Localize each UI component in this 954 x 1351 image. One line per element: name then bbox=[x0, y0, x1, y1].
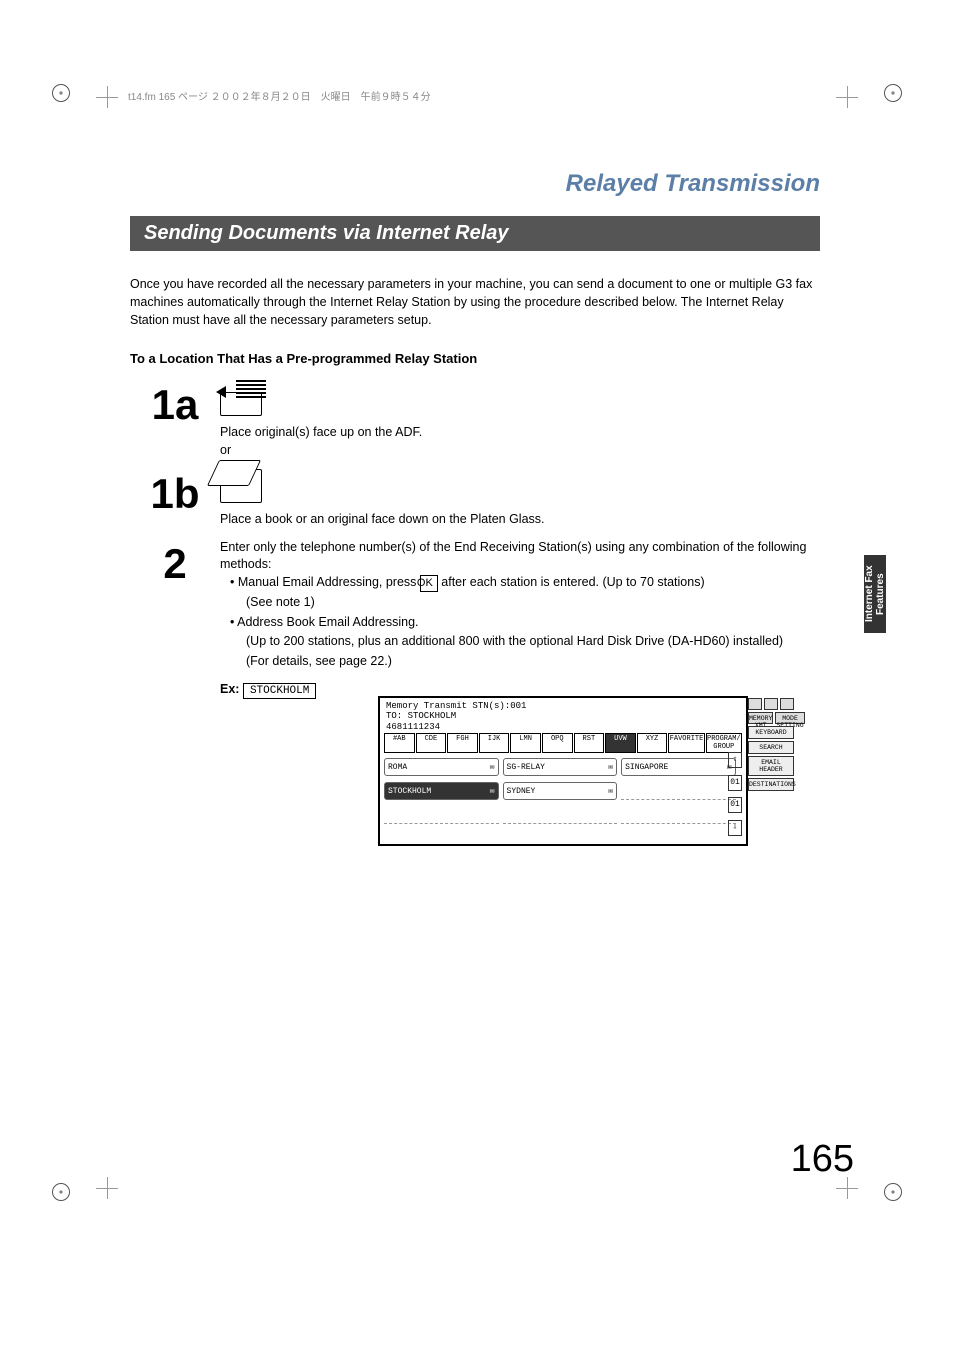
step1b-text: Place a book or an original face down on… bbox=[220, 511, 820, 529]
panel-line2: TO: STOCKHOLM bbox=[386, 711, 740, 721]
scroll-up-icon: ⇧ bbox=[728, 752, 742, 768]
top-icon-3 bbox=[780, 698, 794, 710]
example-label: Ex: bbox=[220, 682, 239, 696]
panel-tab: FGH bbox=[447, 733, 478, 753]
subsection-bar: Sending Documents via Internet Relay bbox=[130, 216, 820, 251]
panel-tab: FAVORITE bbox=[668, 733, 704, 753]
station-cell: SG-RELAY✉ bbox=[503, 758, 618, 776]
touch-panel-screenshot: Memory Transmit STN(s):001 TO: STOCKHOLM… bbox=[378, 696, 748, 846]
step-number-1a: 1a bbox=[130, 380, 220, 426]
ok-button-label: OK bbox=[420, 575, 438, 592]
adf-icon bbox=[220, 380, 266, 416]
panel-tab: #AB bbox=[384, 733, 415, 753]
panel-tab: IJK bbox=[479, 733, 510, 753]
mail-icon: ✉ bbox=[608, 762, 613, 772]
station-cell: SYDNEY✉ bbox=[503, 782, 618, 800]
step2-bullet-2: Address Book Email Addressing. bbox=[238, 614, 820, 632]
print-metadata: t14.fm 165 ページ ２００２年８月２０日 火曜日 午前９時５４分 bbox=[128, 88, 431, 103]
destinations-button: DESTINATIONS bbox=[748, 778, 794, 791]
panel-scroll: ⇧ 01 01 ⇩ bbox=[728, 752, 742, 836]
step2-bullet-2-ref: (For details, see page 22.) bbox=[246, 653, 820, 671]
platen-icon bbox=[220, 469, 262, 503]
panel-tab: RST bbox=[574, 733, 605, 753]
mail-icon: ✉ bbox=[490, 786, 495, 796]
step2-bullet-2-detail: (Up to 200 stations, plus an additional … bbox=[246, 633, 820, 651]
station-cell: SINGAPORE✉ bbox=[621, 758, 736, 776]
scroll-down-icon: ⇩ bbox=[728, 820, 742, 836]
station-cell bbox=[621, 782, 736, 800]
sub-heading: To a Location That Has a Pre-programmed … bbox=[130, 351, 820, 366]
station-cell bbox=[621, 806, 736, 824]
step2-note1: (See note 1) bbox=[246, 594, 820, 612]
station-cell: STOCKHOLM✉ bbox=[384, 782, 499, 800]
memory-xmt-button: MEMORY XMT bbox=[748, 712, 773, 724]
panel-tab: LMN bbox=[510, 733, 541, 753]
station-cell: ROMA✉ bbox=[384, 758, 499, 776]
station-cell bbox=[503, 806, 618, 824]
search-button: SEARCH bbox=[748, 741, 794, 754]
mode-setting-button: MODE SETTING bbox=[775, 712, 804, 724]
intro-paragraph: Once you have recorded all the necessary… bbox=[130, 275, 820, 329]
panel-line1: Memory Transmit STN(s):001 bbox=[386, 701, 740, 711]
page-indicator-2: 01 bbox=[728, 797, 742, 813]
panel-tab: PROGRAM/ GROUP bbox=[706, 733, 742, 753]
panel-tab: UVW bbox=[605, 733, 636, 753]
email-header-button: EMAIL HEADER bbox=[748, 756, 794, 776]
panel-tab: OPQ bbox=[542, 733, 573, 753]
step-number-1b: 1b bbox=[130, 469, 220, 515]
step-number-2: 2 bbox=[130, 539, 220, 585]
section-title: Relayed Transmission bbox=[130, 170, 820, 198]
mail-icon: ✉ bbox=[608, 786, 613, 796]
example-value: STOCKHOLM bbox=[243, 683, 316, 699]
panel-side-buttons: MEMORY XMTMODE SETTING KEYBOARD SEARCH E… bbox=[748, 698, 794, 791]
step2-intro: Enter only the telephone number(s) of th… bbox=[220, 539, 820, 574]
chapter-tab: Internet Fax Features bbox=[864, 555, 886, 633]
panel-tab: CDE bbox=[416, 733, 447, 753]
mail-icon: ✉ bbox=[490, 762, 495, 772]
top-icon-2 bbox=[764, 698, 778, 710]
page-indicator-1: 01 bbox=[728, 775, 742, 791]
top-icon-1 bbox=[748, 698, 762, 710]
step2-bullet-1: Manual Email Addressing, press OK after … bbox=[238, 574, 820, 592]
station-cell bbox=[384, 806, 499, 824]
step1a-text: Place original(s) face up on the ADF. bbox=[220, 424, 820, 442]
page-number: 165 bbox=[791, 1138, 854, 1181]
step1a-or: or bbox=[220, 442, 820, 460]
keyboard-button: KEYBOARD bbox=[748, 726, 794, 739]
panel-tab: XYZ bbox=[637, 733, 668, 753]
panel-line3: 4681111234 bbox=[386, 722, 740, 732]
panel-tabs: #ABCDEFGHIJKLMNOPQRSTUVWXYZFAVORITEPROGR… bbox=[380, 732, 746, 754]
